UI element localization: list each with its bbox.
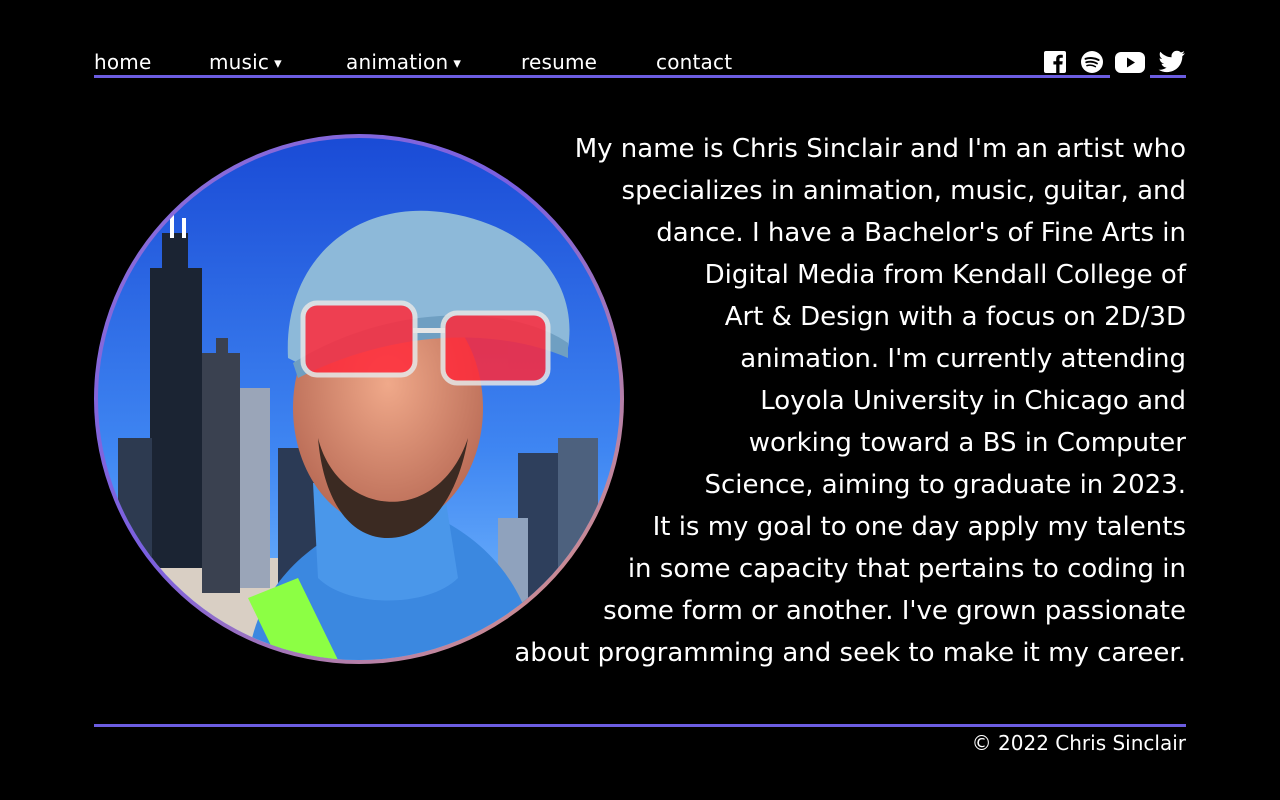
chevron-down-icon: ▾ <box>274 54 282 72</box>
nav-contact-label: contact <box>656 50 733 74</box>
bio-line: My name is Chris Sinclair and I'm an art… <box>574 134 1186 164</box>
bio-line: working toward a BS in Computer <box>748 428 1186 458</box>
nav-animation[interactable]: animation ▾ <box>346 50 461 74</box>
nav-home[interactable]: home <box>94 50 152 74</box>
bio-line: dance. I have a Bachelor's of Fine Arts … <box>656 218 1186 248</box>
main-nav: home music ▾ animation ▾ resume contact <box>94 46 1110 78</box>
copyright-text: © 2022 Chris Sinclair <box>971 731 1186 755</box>
bio-paragraph: My name is Chris Sinclair and I'm an art… <box>480 128 1186 674</box>
nav-animation-label: animation <box>346 50 449 74</box>
bio-line: some form or another. I've grown passion… <box>603 596 1186 626</box>
social-underline <box>1150 75 1186 78</box>
bio-line: Art & Design with a focus on 2D/3D <box>724 302 1186 332</box>
nav-home-label: home <box>94 50 152 74</box>
nav-music[interactable]: music ▾ <box>209 50 282 74</box>
spotify-icon[interactable] <box>1080 50 1104 78</box>
nav-resume-label: resume <box>521 50 598 74</box>
facebook-icon[interactable] <box>1043 50 1067 78</box>
bio-line: about programming and seek to make it my… <box>514 638 1186 668</box>
bio-line: Loyola University in Chicago and <box>760 386 1186 416</box>
bio-line: It is my goal to one day apply my talent… <box>652 512 1186 542</box>
nav-music-label: music <box>209 50 270 74</box>
chevron-down-icon: ▾ <box>453 54 462 72</box>
bio-line: Digital Media from Kendall College of <box>704 260 1186 290</box>
footer-divider <box>94 724 1186 727</box>
bio-line: in some capacity that pertains to coding… <box>627 554 1186 584</box>
bio-line: specializes in animation, music, guitar,… <box>621 176 1186 206</box>
nav-resume[interactable]: resume <box>521 50 597 74</box>
nav-contact[interactable]: contact <box>656 50 732 74</box>
twitter-icon[interactable] <box>1158 50 1186 78</box>
bio-line: animation. I'm currently attending <box>740 344 1186 374</box>
bio-line: Science, aiming to graduate in 2023. <box>704 470 1186 500</box>
youtube-icon[interactable] <box>1114 50 1146 78</box>
